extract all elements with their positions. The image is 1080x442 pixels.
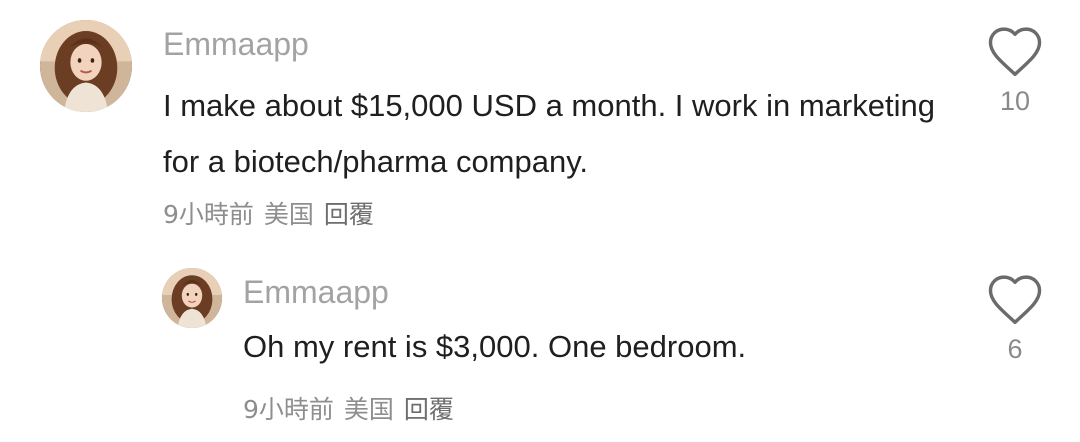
- comment-username[interactable]: Emmaapp: [243, 274, 389, 311]
- comment-text: Oh my rent is $3,000. One bedroom.: [243, 329, 747, 364]
- comment-timestamp: 9小時前: [243, 395, 334, 424]
- user-avatar[interactable]: [40, 20, 132, 112]
- like-count: 10: [999, 86, 1031, 116]
- avatar-portrait-icon: [162, 268, 222, 328]
- like-count: 6: [1007, 334, 1023, 364]
- comment-item: Emmaapp I make about $15,000 USD a month…: [0, 0, 1080, 240]
- comment-timestamp: 9小時前: [163, 200, 254, 229]
- comment-meta: 9小時前 美国 回覆: [243, 390, 464, 426]
- comment-location: 美国: [263, 200, 314, 229]
- comment-meta: 9小時前 美国 回覆: [163, 195, 384, 231]
- reply-button[interactable]: 回覆: [404, 395, 454, 424]
- like-button[interactable]: 10: [985, 24, 1045, 117]
- user-avatar[interactable]: [162, 268, 222, 328]
- comment-location: 美国: [343, 395, 394, 424]
- comment-username[interactable]: Emmaapp: [163, 26, 309, 63]
- heart-outline-icon[interactable]: [985, 272, 1045, 326]
- like-button[interactable]: 6: [985, 272, 1045, 365]
- reply-item: Emmaapp Oh my rent is $3,000. One bedroo…: [0, 240, 1080, 442]
- heart-outline-icon[interactable]: [985, 24, 1045, 78]
- avatar-portrait-icon: [40, 20, 132, 112]
- comment-text: I make about $15,000 USD a month. I work…: [163, 88, 935, 179]
- reply-button[interactable]: 回覆: [324, 200, 374, 229]
